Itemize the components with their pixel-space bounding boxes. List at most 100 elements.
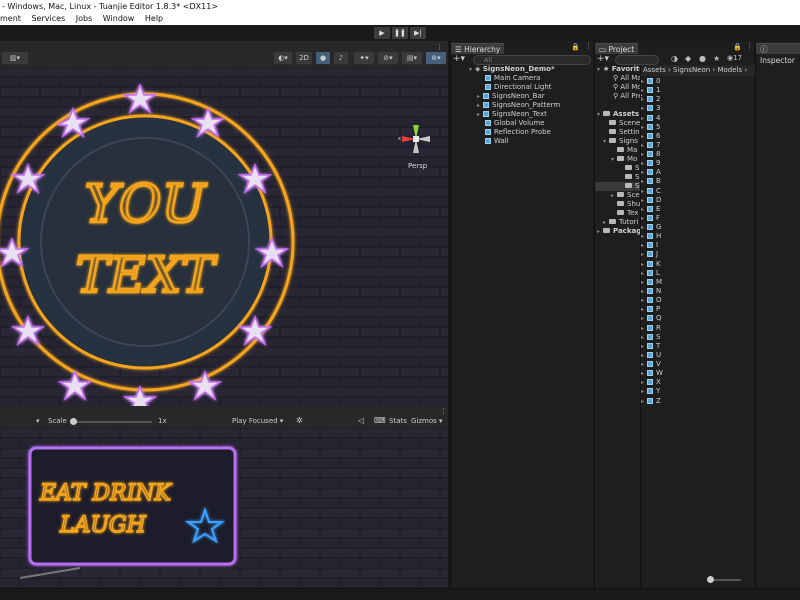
favorite-star-icon[interactable]: ★	[713, 54, 720, 63]
game-view[interactable]: EAT DRINK LAUGH ▾ Scale 1x Play Focused …	[0, 406, 448, 588]
tab-hierarchy[interactable]: ☰ Hierarchy	[451, 43, 505, 54]
model-item[interactable]: ▸ S	[641, 333, 660, 342]
menu-item-component[interactable]: ment	[0, 13, 21, 25]
audio-icon[interactable]: ♪	[334, 52, 348, 64]
model-item[interactable]: ▸ T	[641, 342, 660, 351]
tab-inspector[interactable]: ⓘ Inspector	[756, 43, 800, 65]
play-button[interactable]: ▶	[374, 27, 390, 39]
scale-slider-handle[interactable]	[70, 418, 77, 425]
hierarchy-item-signsneon-text[interactable]: ▸ SignsNeon_Text	[477, 110, 547, 119]
hierarchy-item-reflection-probe[interactable]: Reflection Probe	[485, 128, 551, 137]
folder-materials[interactable]: Ma	[617, 146, 637, 155]
menu-item-jobs[interactable]: Jobs	[76, 13, 93, 25]
stats-button[interactable]: Stats	[389, 417, 407, 425]
step-button[interactable]: ▶|	[410, 27, 426, 39]
perspective-label[interactable]: Persp	[408, 162, 427, 170]
hidden-objects-icon[interactable]: ⊘▾	[378, 52, 398, 64]
project-lock-icon[interactable]: 🔒	[733, 43, 742, 51]
scale-slider[interactable]	[70, 418, 152, 425]
scene-tools-dropdown[interactable]: ▥▾	[2, 52, 28, 64]
hierarchy-item-global-volume[interactable]: Global Volume	[485, 119, 545, 128]
icon-size-slider-handle[interactable]	[707, 576, 714, 583]
more-options-icon[interactable]: ⋮	[436, 43, 443, 51]
model-item[interactable]: ▸ O	[641, 296, 662, 305]
hierarchy-item-signsneon-bar[interactable]: ▸ SignsNeon_Bar	[477, 92, 545, 101]
lock-icon[interactable]: 🔒	[571, 43, 580, 51]
favorites-folder[interactable]: ▾ ★ Favorite	[597, 65, 644, 74]
project-more-icon[interactable]: ⋮	[746, 42, 753, 50]
model-item[interactable]: ▸ 1	[641, 86, 660, 95]
favorite-all-materials[interactable]: ⚲ All Ma	[613, 74, 642, 83]
model-item[interactable]: ▸ N	[641, 287, 661, 296]
shortcuts-icon[interactable]: ⌨	[374, 416, 386, 425]
model-item[interactable]: ▸ R	[641, 324, 661, 333]
favorite-all-prefabs[interactable]: ⚲ All Pre	[613, 92, 642, 101]
project-search-input[interactable]	[615, 55, 659, 65]
model-item[interactable]: ▸ 4	[641, 114, 660, 123]
model-item[interactable]: ▸ 8	[641, 150, 660, 159]
play-focused-dropdown[interactable]: Play Focused ▾	[232, 417, 283, 425]
breadcrumb-signsneon[interactable]: SignsNeon	[673, 66, 710, 74]
filter-type-icon[interactable]: ◑	[671, 54, 678, 63]
folder-tutorial[interactable]: ▸ Tutori	[603, 218, 639, 227]
hierarchy-item-signsneon-patterm[interactable]: ▸ SignsNeon_Patterm	[477, 101, 560, 110]
visibility-count[interactable]: ◉17	[727, 54, 742, 62]
packages-folder[interactable]: ▸ Packag	[597, 227, 641, 236]
model-item[interactable]: ▸ D	[641, 196, 661, 205]
folder-shaders[interactable]: Shu	[617, 200, 640, 209]
menu-item-services[interactable]: Services	[31, 13, 65, 25]
model-item[interactable]: ▸ I	[641, 241, 658, 250]
model-item[interactable]: ▸ Q	[641, 314, 662, 323]
model-item[interactable]: ▸ M	[641, 278, 662, 287]
model-item[interactable]: ▸ W	[641, 369, 663, 378]
breadcrumb-assets[interactable]: Assets	[643, 66, 666, 74]
model-item[interactable]: ▸ C	[641, 187, 661, 196]
folder-textures[interactable]: Tex	[617, 209, 638, 218]
folder-signsneon[interactable]: ▾ Signs	[603, 137, 638, 146]
model-item[interactable]: ▸ J	[641, 250, 658, 259]
tab-project[interactable]: ▭ Project	[595, 43, 639, 54]
model-item[interactable]: ▸ B	[641, 177, 661, 186]
scene-view[interactable]: YOU TEXT ▥▾ ◐▾ 2D ● ♪ ✦▾ ⊘▾ ▤▾ ⊕▾ ⋮ x Pe…	[0, 41, 448, 406]
model-item[interactable]: ▸ X	[641, 378, 661, 387]
model-item[interactable]: ▸ 9	[641, 159, 660, 168]
model-item[interactable]: ▸ 0	[641, 77, 660, 86]
breadcrumb-models[interactable]: Models	[717, 66, 742, 74]
gizmos-toggle-icon[interactable]: ⊕▾	[426, 52, 446, 64]
hierarchy-more-icon[interactable]: ⋮	[585, 42, 592, 50]
scene-canvas[interactable]: YOU TEXT	[0, 67, 448, 406]
hierarchy-item-main-camera[interactable]: Main Camera	[485, 74, 540, 83]
model-item[interactable]: ▸ E	[641, 205, 660, 214]
mute-audio-icon[interactable]: ◁	[358, 416, 364, 425]
filter-warnings-icon[interactable]: ●	[699, 54, 706, 63]
folder-models-sub2[interactable]: S	[625, 173, 639, 182]
model-item[interactable]: ▸ 2	[641, 95, 660, 104]
model-item[interactable]: ▸ 7	[641, 141, 660, 150]
hierarchy-search-input[interactable]: All	[473, 55, 591, 65]
favorite-all-models[interactable]: ⚲ All Mo	[613, 83, 642, 92]
draw-mode-dropdown[interactable]: ◐▾	[274, 52, 292, 64]
model-item[interactable]: ▸ G	[641, 223, 661, 232]
lighting-icon[interactable]: ●	[316, 52, 330, 64]
model-item[interactable]: ▸ U	[641, 351, 661, 360]
folder-settings[interactable]: Settin	[609, 128, 640, 137]
project-create-button[interactable]: +▾	[597, 54, 609, 64]
model-item[interactable]: ▸ K	[641, 260, 661, 269]
pause-button[interactable]: ❚❚	[392, 27, 408, 39]
create-button[interactable]: +▾	[453, 54, 465, 64]
icon-size-slider[interactable]	[707, 576, 741, 583]
folder-models-sub1[interactable]: S	[625, 164, 639, 173]
model-item[interactable]: ▸ A	[641, 168, 661, 177]
model-item[interactable]: ▸ V	[641, 360, 661, 369]
hierarchy-item-directional-light[interactable]: Directional Light	[485, 83, 552, 92]
model-item[interactable]: ▸ L	[641, 269, 660, 278]
folder-scenes[interactable]: Scene	[609, 119, 640, 128]
gizmos-dropdown[interactable]: Gizmos ▾	[411, 417, 443, 425]
bug-icon[interactable]: ✲	[296, 416, 303, 425]
model-item[interactable]: ▸ Z	[641, 397, 661, 406]
hierarchy-item-wall[interactable]: Wall	[485, 137, 509, 146]
game-more-options-icon[interactable]: ⋮	[440, 407, 447, 415]
model-item[interactable]: ▸ H	[641, 232, 661, 241]
toggle-2d-button[interactable]: 2D	[296, 52, 312, 64]
folder-models-sub3-selected[interactable]: S	[595, 182, 641, 191]
